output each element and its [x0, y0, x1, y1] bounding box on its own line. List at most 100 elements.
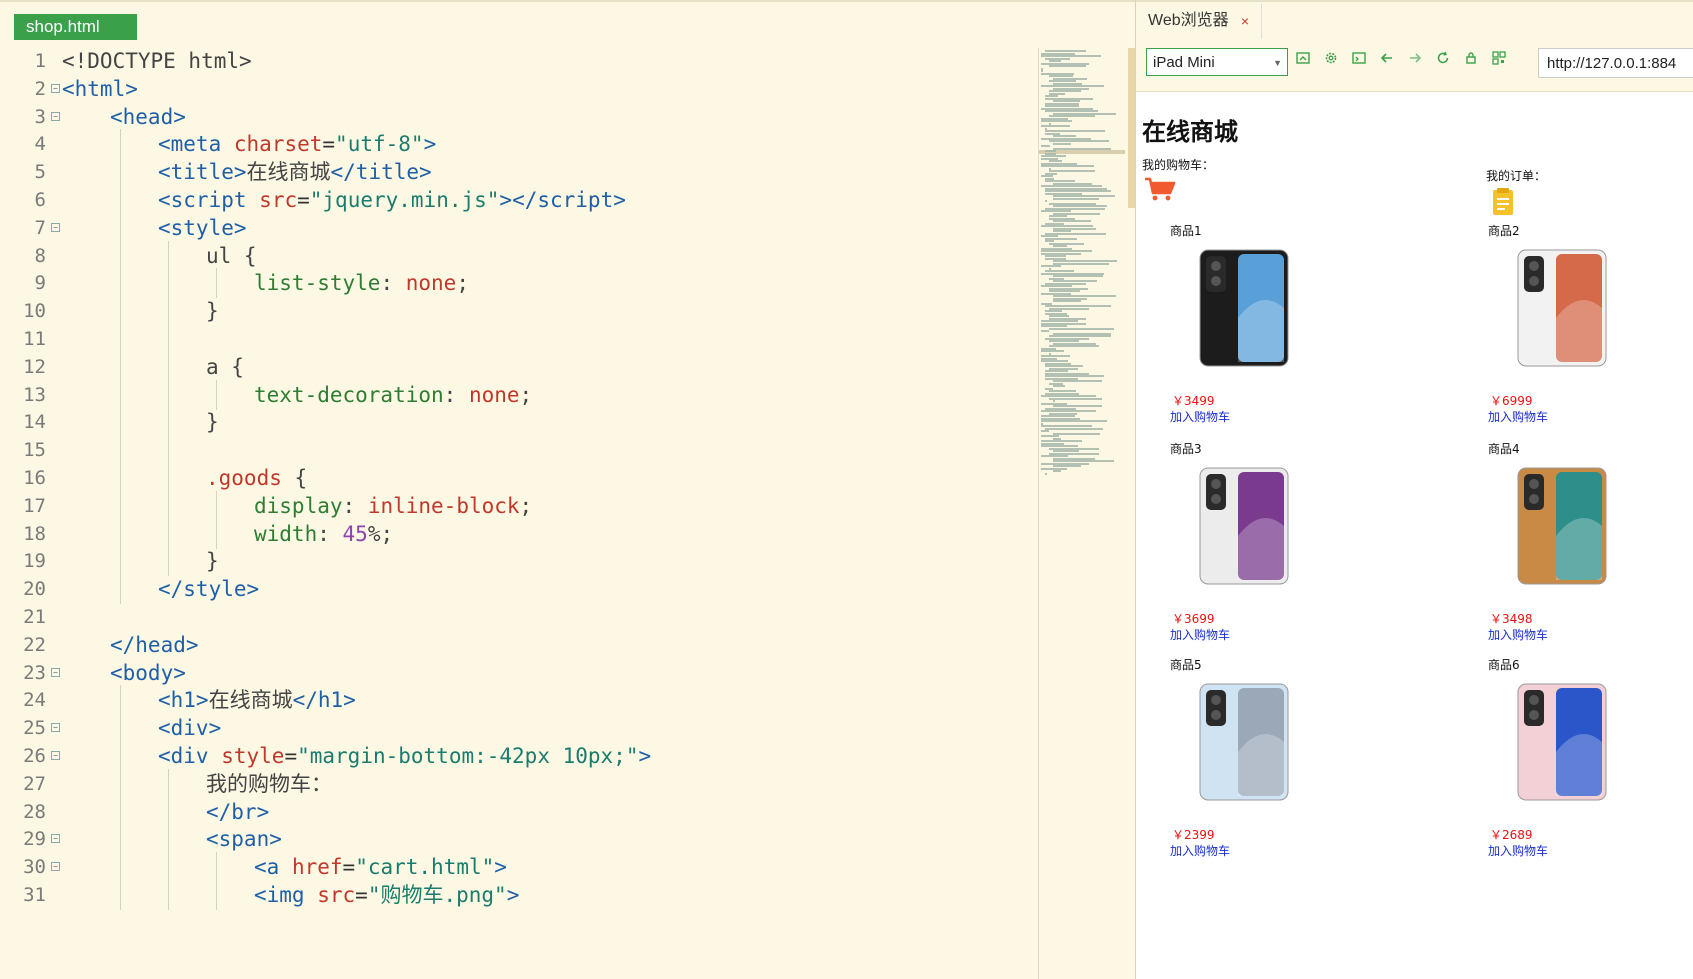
minimap-line: [1041, 145, 1050, 147]
indent-guide: [216, 490, 217, 521]
fold-toggle-icon[interactable]: −: [51, 222, 60, 232]
fold-toggle-icon[interactable]: −: [51, 667, 60, 677]
indent-guide: [120, 713, 121, 744]
code-line[interactable]: 6 <script src="jquery.min.js"></script>: [0, 185, 1038, 215]
code-line[interactable]: 23− <body>: [0, 658, 1038, 688]
minimap-line: [1041, 420, 1107, 422]
indent-guide: [168, 880, 169, 910]
indent-guide: [168, 268, 169, 299]
code-editor[interactable]: 1 <!DOCTYPE html> 2− <html> 3− <head> 4 <meta c…: [0, 48, 1038, 979]
code-line[interactable]: 7− <style>: [0, 212, 1038, 243]
indent-guide: [168, 852, 169, 883]
settings-icon[interactable]: [1322, 51, 1340, 69]
add-to-cart-link[interactable]: 加入购物车: [1170, 842, 1230, 859]
minimap[interactable]: [1038, 48, 1136, 979]
code-text: width: 45%;: [254, 521, 394, 546]
code-line[interactable]: 8 ul {: [0, 240, 1038, 271]
add-to-cart-link[interactable]: 加入购物车: [1170, 408, 1230, 425]
goods-name: 商品3: [1170, 442, 1202, 456]
code-line[interactable]: 16 .goods {: [0, 463, 1038, 493]
code-line[interactable]: 27 我的购物车：: [0, 768, 1038, 799]
back-arrow-icon[interactable]: [1378, 51, 1396, 69]
line-number: 29: [23, 828, 46, 851]
fold-toggle-icon[interactable]: −: [51, 83, 60, 93]
code-text: <span>: [206, 827, 282, 852]
code-line[interactable]: 19}: [0, 546, 1038, 577]
console-icon[interactable]: [1350, 51, 1368, 69]
line-number: 9: [34, 272, 46, 295]
code-line[interactable]: 29− <span>: [0, 824, 1038, 855]
code-line[interactable]: 13 text-decoration: none;: [0, 379, 1038, 410]
screenshot-icon[interactable]: [1294, 51, 1312, 69]
minimap-line: [1053, 470, 1061, 472]
qrcode-icon[interactable]: [1490, 51, 1508, 69]
code-line[interactable]: 11: [0, 324, 1038, 354]
device-select[interactable]: iPad Mini ▼: [1146, 48, 1288, 76]
code-line[interactable]: 30− <a href="cart.html">: [0, 852, 1038, 883]
close-icon[interactable]: ×: [1241, 4, 1249, 38]
code-line[interactable]: 28 </br>: [0, 796, 1038, 827]
code-line[interactable]: 10}: [0, 296, 1038, 327]
fold-toggle-icon[interactable]: −: [51, 111, 60, 121]
indent-guide: [168, 407, 169, 438]
code-text: }: [206, 299, 219, 324]
add-to-cart-link[interactable]: 加入购物车: [1488, 626, 1548, 643]
code-line[interactable]: 14}: [0, 407, 1038, 438]
code-line[interactable]: 9 list-style: none;: [0, 268, 1038, 299]
browser-tab[interactable]: Web浏览器 ×: [1136, 4, 1262, 40]
indent-guide: [120, 351, 121, 382]
minimap-line: [1045, 472, 1047, 475]
code-text: text-decoration: none;: [254, 382, 533, 407]
forward-arrow-icon[interactable]: [1406, 51, 1424, 69]
indent-guide: [168, 435, 169, 466]
order-icon[interactable]: [1492, 188, 1514, 220]
goods-item: 商品3 ￥3699 加入购物车: [1170, 440, 1370, 650]
code-line[interactable]: 17 display: inline-block;: [0, 490, 1038, 521]
line-number: 22: [23, 633, 46, 656]
code-line[interactable]: 12 a {: [0, 351, 1038, 382]
fold-toggle-icon[interactable]: −: [51, 862, 60, 872]
fold-toggle-icon[interactable]: −: [51, 723, 60, 733]
add-to-cart-link[interactable]: 加入购物车: [1488, 842, 1548, 859]
add-to-cart-link[interactable]: 加入购物车: [1170, 626, 1230, 643]
lock-icon[interactable]: [1462, 51, 1480, 69]
goods-item: 商品5 ￥2399 加入购物车: [1170, 656, 1370, 866]
code-text: <div style="margin-bottom:-42px 10px;">: [158, 744, 652, 768]
line-number: 16: [23, 467, 46, 489]
code-line[interactable]: 20 </style>: [0, 574, 1038, 605]
goods-item: 商品6 ￥2689 加入购物车: [1488, 656, 1688, 866]
code-text: <style>: [158, 215, 247, 240]
code-line[interactable]: 1 <!DOCTYPE html>: [0, 46, 1038, 76]
code-line[interactable]: 18 width: 45%;: [0, 518, 1038, 549]
editor-scrollbar[interactable]: [1128, 48, 1135, 208]
line-number: 7: [34, 216, 46, 239]
minimap-line: [1041, 330, 1049, 332]
code-line[interactable]: 22 </head>: [0, 630, 1038, 660]
minimap-line: [1053, 197, 1099, 200]
code-line[interactable]: 5 <title>在线商城</title>: [0, 157, 1038, 188]
minimap-line: [1049, 397, 1102, 400]
code-line[interactable]: 26− <div style="margin-bottom:-42px 10px;…: [0, 741, 1038, 771]
url-bar[interactable]: http://127.0.0.1:884: [1538, 48, 1693, 78]
code-text: <head>: [110, 104, 186, 129]
editor-tab-shop-html[interactable]: shop.html: [14, 14, 137, 40]
chevron-down-icon: ▼: [1273, 58, 1282, 68]
code-line[interactable]: 31 <img src="购物车.png">: [0, 880, 1038, 910]
code-text: display: inline-block;: [254, 493, 533, 518]
fold-toggle-icon[interactable]: −: [51, 751, 60, 760]
code-line[interactable]: 3− <head>: [0, 102, 1038, 132]
code-text: <script src="jquery.min.js"></script>: [158, 188, 626, 212]
code-line[interactable]: 25− <div>: [0, 713, 1038, 744]
add-to-cart-link[interactable]: 加入购物车: [1488, 408, 1548, 425]
code-line[interactable]: 21: [0, 602, 1038, 632]
refresh-icon[interactable]: [1434, 51, 1452, 69]
code-line[interactable]: 4 <meta charset="utf-8">: [0, 129, 1038, 160]
code-text: <html>: [62, 76, 138, 101]
code-line[interactable]: 24 <h1>在线商城</h1>: [0, 685, 1038, 716]
fold-toggle-icon[interactable]: −: [51, 834, 60, 844]
code-line[interactable]: 15: [0, 435, 1038, 466]
code-line[interactable]: 2− <html>: [0, 74, 1038, 104]
cart-icon[interactable]: [1144, 176, 1176, 206]
minimap-line: [1053, 147, 1111, 150]
browser-tab-label: Web浏览器: [1148, 12, 1229, 29]
